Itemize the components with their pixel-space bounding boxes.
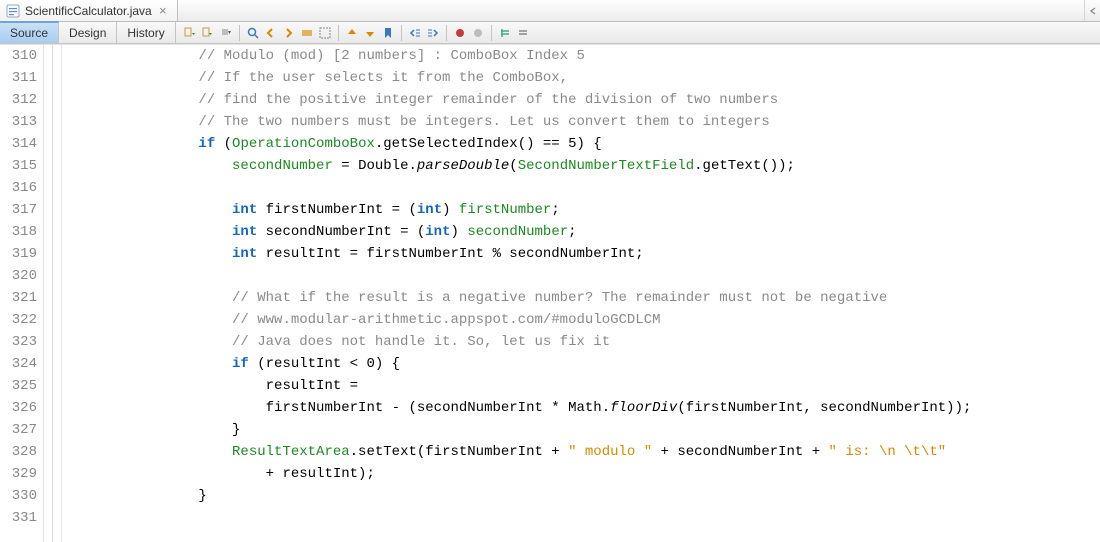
find-next-icon[interactable] [281, 25, 297, 41]
find-selection-icon[interactable] [245, 25, 261, 41]
line-number[interactable]: 315 [0, 155, 37, 177]
line-number[interactable]: 314 [0, 133, 37, 155]
toolbar-divider [239, 25, 240, 41]
line-number[interactable]: 321 [0, 287, 37, 309]
file-tab-label: ScientificCalculator.java [25, 4, 152, 18]
uncomment-icon[interactable] [515, 25, 531, 41]
code-line[interactable]: int resultInt = firstNumberInt % secondN… [64, 243, 1100, 265]
line-number[interactable]: 310 [0, 45, 37, 67]
line-number-gutter: 3103113123133143153163173183193203213223… [0, 45, 44, 542]
line-number[interactable]: 323 [0, 331, 37, 353]
line-number[interactable]: 324 [0, 353, 37, 375]
line-number[interactable]: 325 [0, 375, 37, 397]
prev-bookmark-icon[interactable] [344, 25, 360, 41]
code-line[interactable]: // find the positive integer remainder o… [64, 89, 1100, 111]
code-line[interactable]: // What if the result is a negative numb… [64, 287, 1100, 309]
line-number[interactable]: 311 [0, 67, 37, 89]
shift-left-icon[interactable] [407, 25, 423, 41]
mode-tab-design[interactable]: Design [59, 22, 117, 43]
code-line[interactable]: + resultInt); [64, 463, 1100, 485]
code-line[interactable]: // The two numbers must be integers. Let… [64, 111, 1100, 133]
line-number[interactable]: 319 [0, 243, 37, 265]
find-prev-icon[interactable] [263, 25, 279, 41]
code-line[interactable]: firstNumberInt - (secondNumberInt * Math… [64, 397, 1100, 419]
fold-strip[interactable] [44, 45, 62, 542]
code-line[interactable]: // Modulo (mod) [2 numbers] : ComboBox I… [64, 45, 1100, 67]
tabs-overflow-icon[interactable] [1084, 0, 1100, 21]
code-line[interactable]: } [64, 419, 1100, 441]
code-line[interactable]: secondNumber = Double.parseDouble(Second… [64, 155, 1100, 177]
code-line[interactable]: // If the user selects it from the Combo… [64, 67, 1100, 89]
line-number[interactable]: 318 [0, 221, 37, 243]
close-tab-icon[interactable]: × [157, 4, 169, 17]
back-icon[interactable] [200, 25, 216, 41]
code-area[interactable]: // Modulo (mod) [2 numbers] : ComboBox I… [62, 45, 1100, 542]
mode-bar: Source Design History [0, 22, 1100, 44]
last-edit-icon[interactable] [182, 25, 198, 41]
code-line[interactable]: resultInt = [64, 375, 1100, 397]
code-line[interactable]: if (resultInt < 0) { [64, 353, 1100, 375]
dropdown-icon[interactable] [218, 25, 234, 41]
line-number[interactable]: 316 [0, 177, 37, 199]
line-number[interactable]: 328 [0, 441, 37, 463]
toolbar-divider [401, 25, 402, 41]
fold-guide-line [52, 45, 53, 542]
macro-record-icon[interactable] [452, 25, 468, 41]
line-number[interactable]: 329 [0, 463, 37, 485]
mode-tab-history[interactable]: History [117, 22, 175, 43]
tab-spacer [178, 0, 1084, 21]
code-line[interactable]: // Java does not handle it. So, let us f… [64, 331, 1100, 353]
line-number[interactable]: 331 [0, 507, 37, 529]
java-file-icon [6, 4, 20, 18]
toolbar-divider [446, 25, 447, 41]
code-line[interactable] [64, 507, 1100, 529]
file-tab-bar: ScientificCalculator.java × [0, 0, 1100, 22]
mode-tab-history-label: History [127, 26, 164, 40]
toggle-highlight-icon[interactable] [299, 25, 315, 41]
line-number[interactable]: 320 [0, 265, 37, 287]
next-bookmark-icon[interactable] [362, 25, 378, 41]
shift-right-icon[interactable] [425, 25, 441, 41]
line-number[interactable]: 330 [0, 485, 37, 507]
toggle-bookmark-icon[interactable] [380, 25, 396, 41]
line-number[interactable]: 327 [0, 419, 37, 441]
macro-stop-icon[interactable] [470, 25, 486, 41]
line-number[interactable]: 313 [0, 111, 37, 133]
code-line[interactable]: ResultTextArea.setText(firstNumberInt + … [64, 441, 1100, 463]
toolbar-divider [491, 25, 492, 41]
code-line[interactable]: // www.modular-arithmetic.appspot.com/#m… [64, 309, 1100, 331]
file-tab[interactable]: ScientificCalculator.java × [0, 0, 178, 21]
toolbar-divider [338, 25, 339, 41]
code-line[interactable]: } [64, 485, 1100, 507]
line-number[interactable]: 326 [0, 397, 37, 419]
code-line[interactable] [64, 177, 1100, 199]
line-number[interactable]: 322 [0, 309, 37, 331]
line-number[interactable]: 312 [0, 89, 37, 111]
code-line[interactable]: int secondNumberInt = (int) secondNumber… [64, 221, 1100, 243]
comment-icon[interactable] [497, 25, 513, 41]
code-editor[interactable]: 3103113123133143153163173183193203213223… [0, 44, 1100, 542]
mode-tab-design-label: Design [69, 26, 106, 40]
editor-toolbar [176, 22, 537, 43]
code-line[interactable] [64, 265, 1100, 287]
line-number[interactable]: 317 [0, 199, 37, 221]
code-line[interactable]: int firstNumberInt = (int) firstNumber; [64, 199, 1100, 221]
mode-tab-source-label: Source [10, 26, 48, 40]
rect-select-icon[interactable] [317, 25, 333, 41]
mode-tab-source[interactable]: Source [0, 21, 59, 43]
code-line[interactable]: if (OperationComboBox.getSelectedIndex()… [64, 133, 1100, 155]
